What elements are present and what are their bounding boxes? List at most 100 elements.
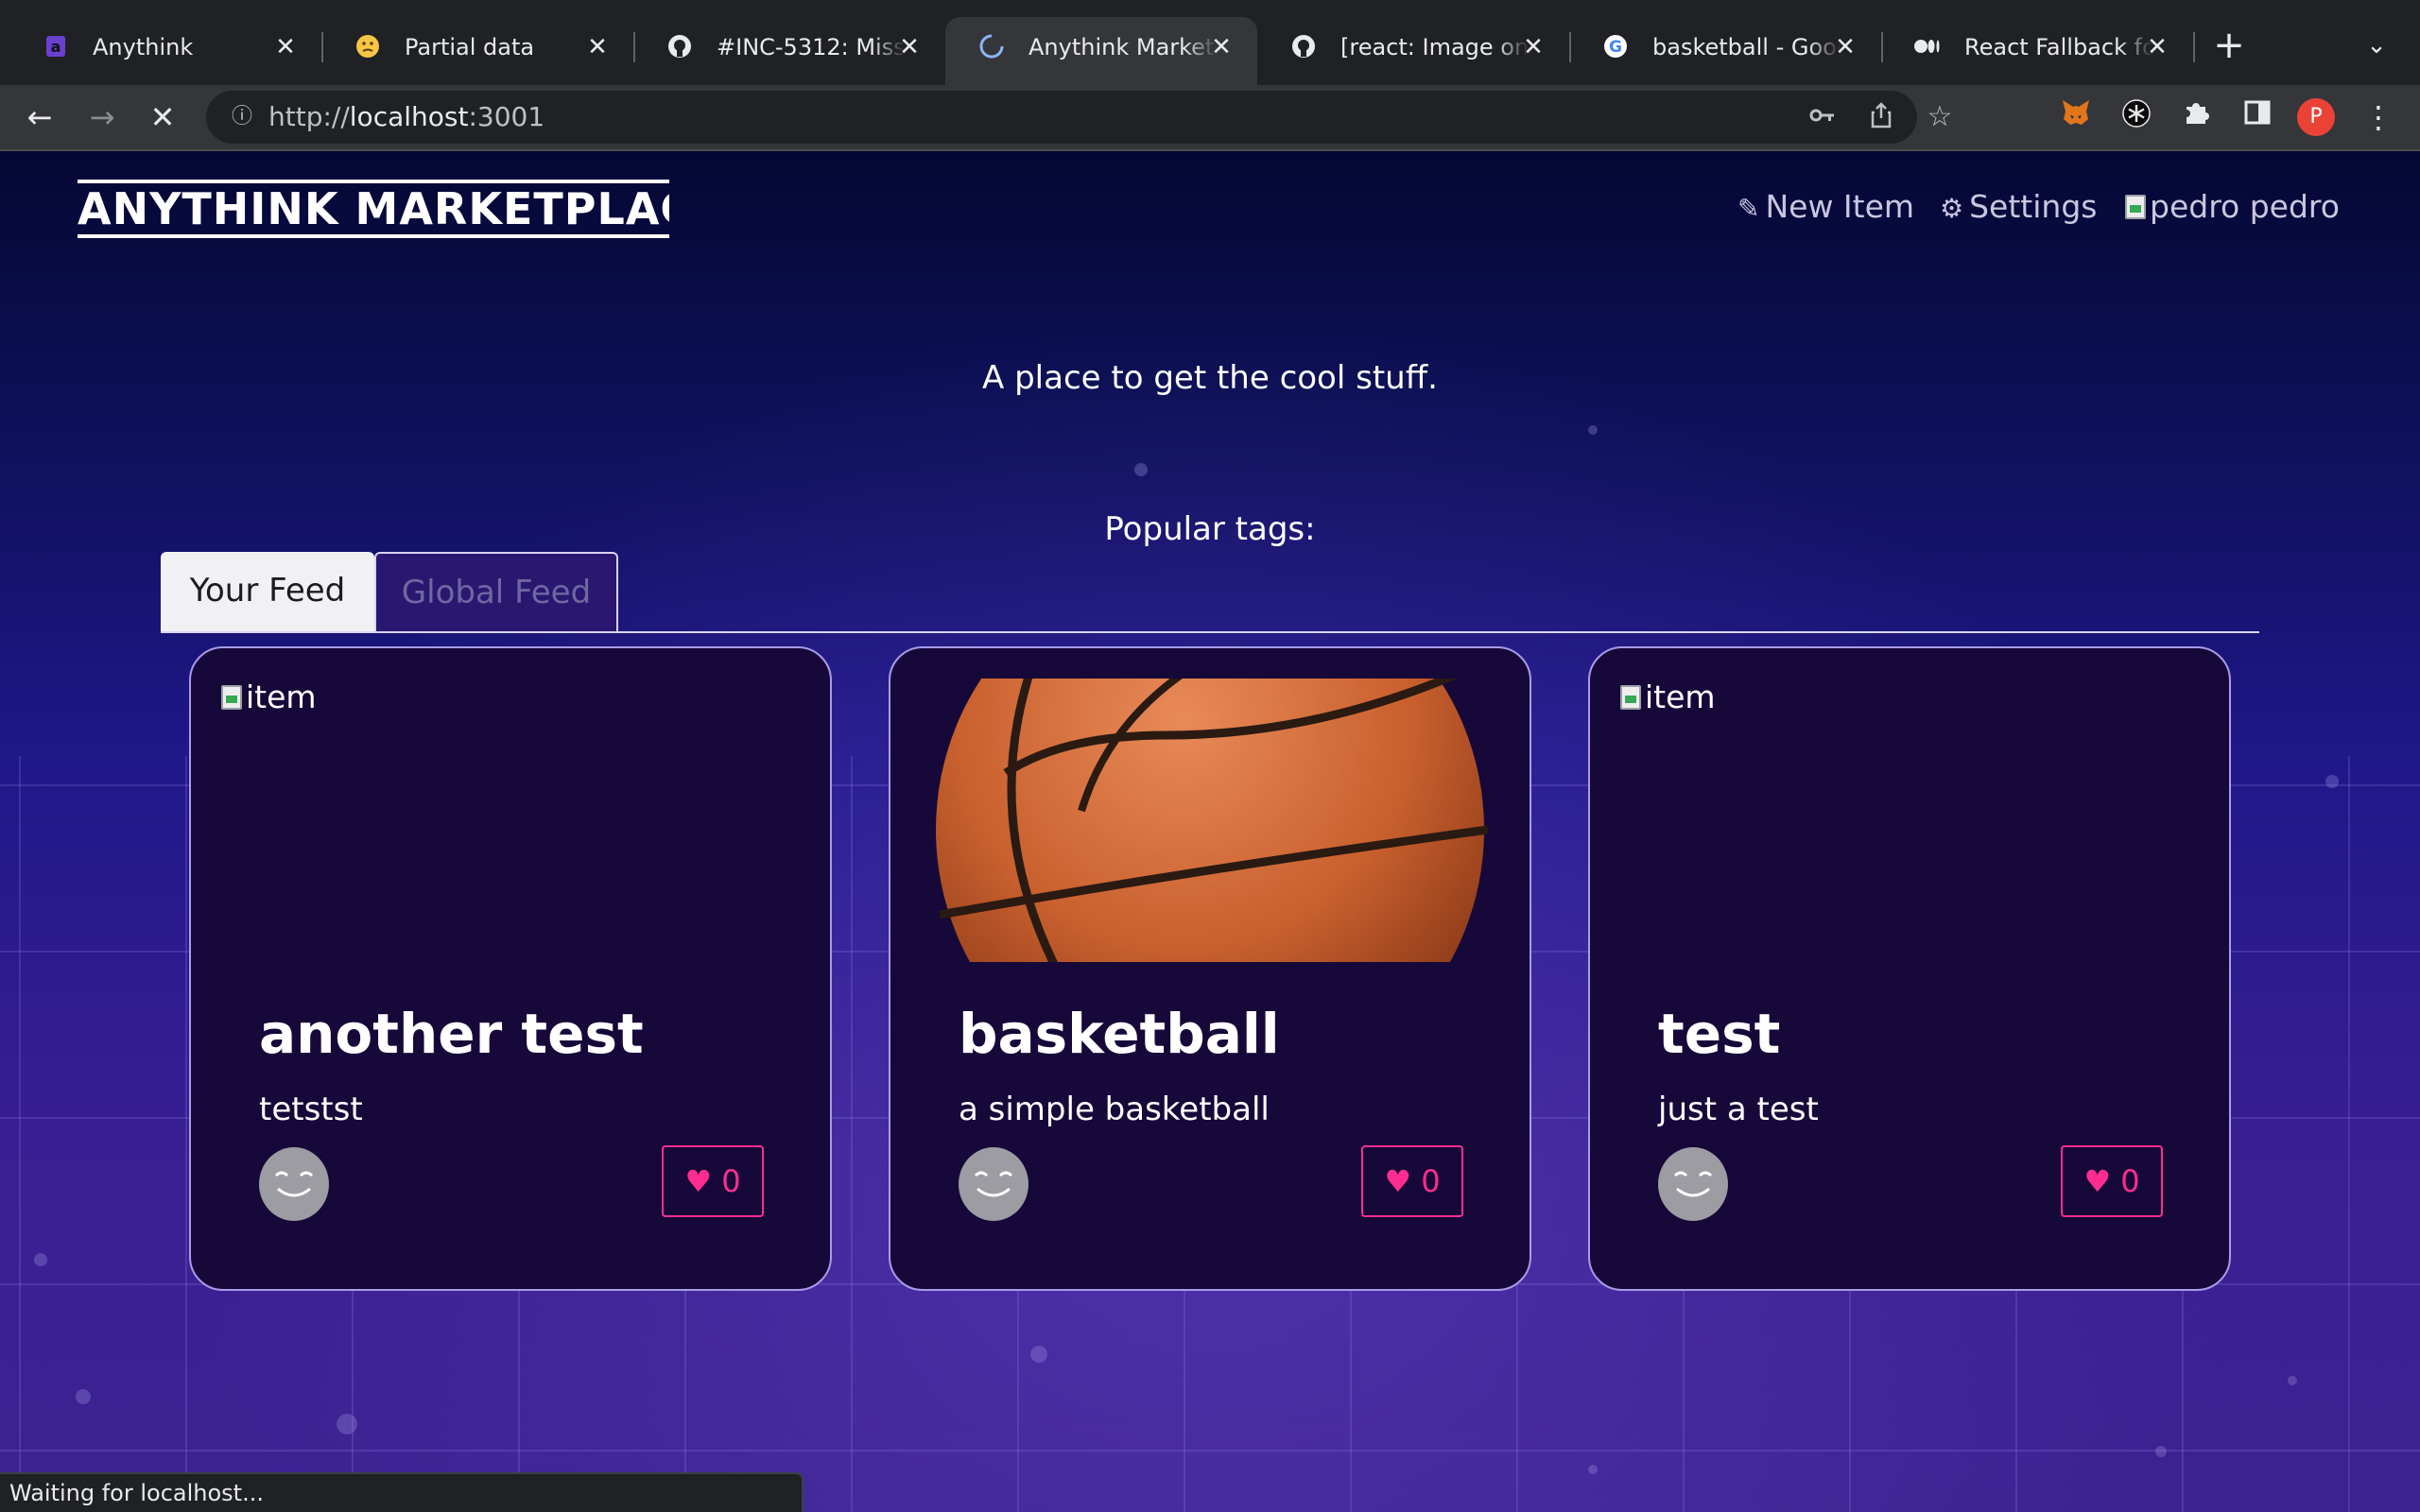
- item-card[interactable]: item test just a test ♥ 0: [1588, 646, 2231, 1291]
- profile-link[interactable]: pedro pedro: [2125, 183, 2340, 231]
- tab-title: basketball - Google: [1652, 34, 1841, 60]
- background-dot: [2155, 1446, 2167, 1457]
- browser-tab-active[interactable]: Anythink Market ✕: [945, 17, 1257, 93]
- site-logo[interactable]: ANYTHINK MARKETPLACE: [78, 180, 669, 238]
- image-alt-text: item: [246, 679, 317, 715]
- anythink-icon: a: [42, 32, 70, 60]
- favorite-button[interactable]: ♥ 0: [662, 1145, 764, 1217]
- smiley-face-icon: [1673, 1171, 1713, 1197]
- username: pedro: [2249, 188, 2340, 225]
- likes-count: 0: [2120, 1163, 2140, 1199]
- browser-tab[interactable]: #INC-5312: Missing ✕: [633, 17, 945, 77]
- site-info-icon[interactable]: ⓘ: [227, 102, 257, 132]
- heart-icon: ♥: [2083, 1163, 2112, 1199]
- background-dot: [337, 1414, 357, 1435]
- stop-loading-icon[interactable]: ✕: [144, 98, 182, 136]
- browser-tab[interactable]: React Fallback for ✕: [1881, 17, 2195, 77]
- medium-icon: [1913, 32, 1942, 60]
- side-panel-icon[interactable]: [2238, 98, 2276, 136]
- url-text: http://localhost:3001: [268, 98, 544, 136]
- seller-avatar[interactable]: [259, 1147, 329, 1221]
- extensions-puzzle-icon[interactable]: [2178, 98, 2216, 136]
- background-dot: [1588, 1465, 1598, 1474]
- google-icon: G: [1601, 32, 1630, 60]
- back-arrow-icon[interactable]: ←: [21, 98, 59, 136]
- image-alt-text: item: [1645, 679, 1716, 715]
- broken-image-icon: [2125, 195, 2146, 219]
- tab-title: Anythink: [93, 34, 194, 60]
- background-dot: [1134, 463, 1148, 476]
- github-icon: [666, 32, 694, 60]
- broken-image-alt: item: [1620, 679, 1716, 715]
- new-tab-plus-icon[interactable]: +: [2210, 26, 2248, 64]
- close-icon[interactable]: ✕: [2140, 30, 2174, 64]
- popular-tags-heading: Popular tags:: [1104, 510, 1316, 548]
- heart-icon: ♥: [1384, 1163, 1412, 1199]
- svg-text:a: a: [51, 38, 61, 56]
- tab-global-feed[interactable]: Global Feed: [374, 552, 618, 631]
- close-icon[interactable]: ✕: [1828, 30, 1862, 64]
- tab-your-feed[interactable]: Your Feed: [161, 552, 374, 631]
- browser-menu-icon[interactable]: ⋮: [2360, 98, 2397, 136]
- key-icon[interactable]: [1807, 102, 1838, 132]
- page-viewport: ANYTHINK MARKETPLACE ✎ New Item ⚙ Settings…: [0, 151, 2420, 1512]
- item-card[interactable]: basketball a simple basketball ♥ 0: [889, 646, 1531, 1291]
- browser-tab-strip: a Anythink ✕ Partial data ✕ #INC-5312: M…: [0, 0, 2420, 93]
- broken-image-icon: [221, 685, 242, 710]
- close-icon[interactable]: ✕: [892, 30, 926, 64]
- share-icon[interactable]: [1866, 102, 1896, 132]
- item-title[interactable]: another test: [259, 998, 644, 1070]
- tab-title: Anythink Market: [1028, 34, 1215, 60]
- browser-tab[interactable]: G basketball - Google ✕: [1569, 17, 1883, 77]
- thinking-emoji-icon: [354, 32, 382, 60]
- seller-avatar[interactable]: [959, 1147, 1028, 1221]
- background-dot: [76, 1389, 91, 1404]
- tab-divider: [2193, 32, 2195, 62]
- item-description: a simple basketball: [959, 1091, 1270, 1128]
- profile-avatar[interactable]: P: [2297, 98, 2335, 136]
- favorite-button[interactable]: ♥ 0: [1361, 1145, 1463, 1217]
- metamask-fox-icon[interactable]: [2057, 98, 2095, 136]
- item-title[interactable]: basketball: [959, 998, 1280, 1070]
- svg-text:G: G: [1609, 38, 1622, 57]
- new-item-label: New Item: [1765, 188, 1915, 225]
- close-icon[interactable]: ✕: [268, 30, 302, 64]
- item-title[interactable]: test: [1658, 998, 1780, 1070]
- snowflake-extension-icon[interactable]: [2118, 98, 2155, 136]
- smiley-face-icon: [974, 1171, 1013, 1197]
- background-dot: [1030, 1346, 1047, 1363]
- url-host: localhost: [349, 101, 469, 132]
- item-description: tetstst: [259, 1091, 363, 1128]
- favorite-button[interactable]: ♥ 0: [2061, 1145, 2163, 1217]
- github-icon: [1289, 32, 1318, 60]
- smiley-face-icon: [274, 1171, 314, 1197]
- item-image[interactable]: item: [221, 679, 800, 962]
- broken-image-icon: [1620, 685, 1641, 710]
- new-item-link[interactable]: ✎ New Item: [1737, 183, 1914, 231]
- item-image[interactable]: [921, 679, 1499, 962]
- likes-count: 0: [1421, 1163, 1441, 1199]
- close-icon[interactable]: ✕: [1516, 30, 1550, 64]
- address-bar[interactable]: ⓘ http://localhost:3001 ☆: [206, 91, 1952, 144]
- browser-tab[interactable]: [react: Image onError ✕: [1257, 17, 1571, 77]
- browser-tab[interactable]: a Anythink ✕: [9, 17, 323, 77]
- tab-title: Partial data: [405, 34, 535, 60]
- browser-status-bubble: Waiting for localhost...: [0, 1472, 804, 1512]
- tab-title: #INC-5312: Missing: [717, 34, 906, 60]
- forward-arrow-icon[interactable]: →: [83, 98, 121, 136]
- item-card[interactable]: item another test tetstst ♥ 0: [189, 646, 832, 1291]
- tab-search-chevron-icon[interactable]: ⌄: [2358, 26, 2395, 64]
- item-image[interactable]: item: [1620, 679, 2199, 962]
- close-icon[interactable]: ✕: [580, 30, 614, 64]
- background-dot: [1588, 425, 1598, 435]
- url-port: :3001: [468, 101, 545, 132]
- likes-count: 0: [721, 1163, 741, 1199]
- seller-avatar[interactable]: [1658, 1147, 1728, 1221]
- close-icon[interactable]: ✕: [1204, 30, 1238, 64]
- tab-title: React Fallback for: [1964, 34, 2153, 60]
- settings-link[interactable]: ⚙ Settings: [1940, 183, 2097, 231]
- bookmark-star-icon[interactable]: ☆: [1925, 102, 1955, 132]
- browser-tab[interactable]: Partial data ✕: [321, 17, 635, 77]
- settings-label: Settings: [1969, 188, 2098, 225]
- tagline: A place to get the cool stuff.: [982, 359, 1438, 397]
